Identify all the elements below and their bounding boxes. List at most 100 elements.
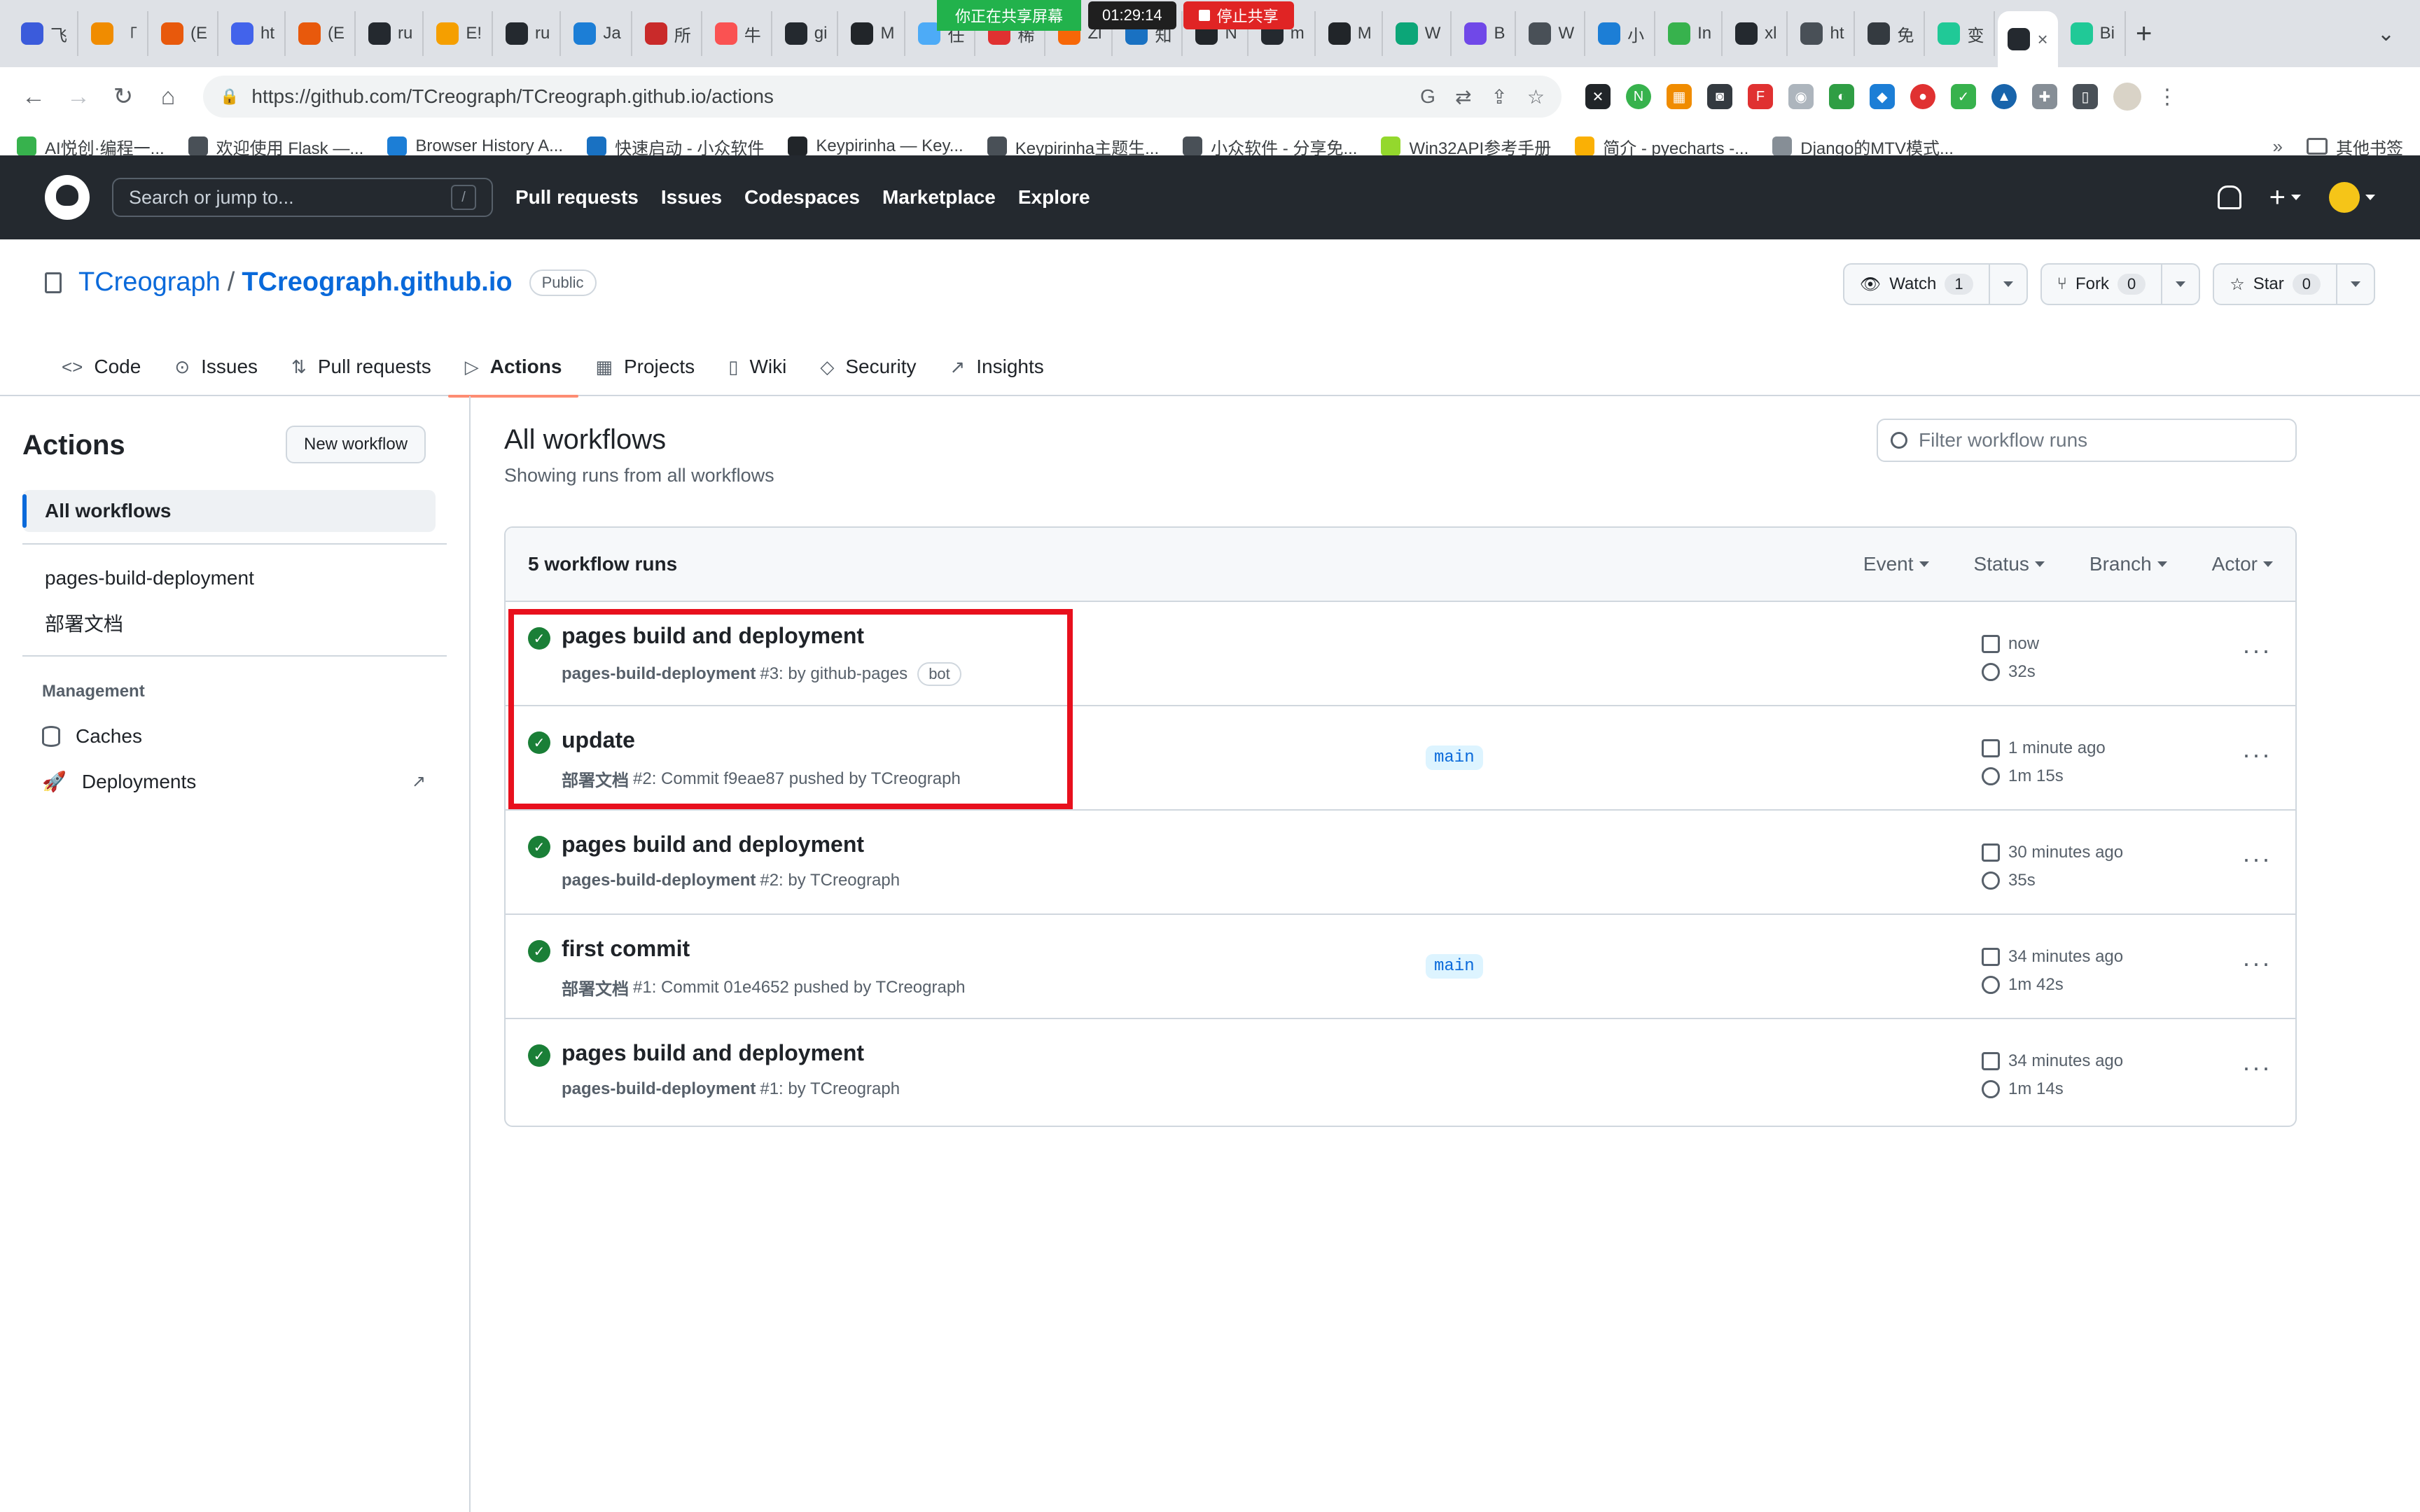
status-filter-dropdown[interactable]: Status: [1974, 553, 2045, 575]
run-workflow-name[interactable]: pages-build-deployment: [562, 871, 756, 890]
run-workflow-name[interactable]: pages-build-deployment: [562, 664, 756, 684]
camera-extension-icon[interactable]: ◉: [1788, 84, 1814, 109]
run-more-options-icon[interactable]: ···: [2242, 740, 2272, 769]
watch-dropdown[interactable]: [1988, 265, 2026, 304]
browser-tab[interactable]: Ja: [564, 11, 632, 56]
branch-label[interactable]: main: [1426, 954, 1483, 979]
notifications-bell-icon[interactable]: [2217, 186, 2241, 209]
browser-tab[interactable]: ru: [359, 11, 424, 56]
sidebar-item-caches[interactable]: Caches: [42, 725, 426, 748]
glasses-extension-icon[interactable]: ◙: [1707, 84, 1732, 109]
tab-projects[interactable]: ▦ Projects: [578, 337, 711, 396]
run-workflow-name[interactable]: 部署文档: [562, 766, 629, 791]
browser-tab[interactable]: ru: [496, 11, 562, 56]
browser-tab[interactable]: 牛: [705, 11, 772, 56]
workflow-run-row[interactable]: ✓ first commit 部署文档 #1: Commit 01e4652 push…: [506, 915, 2295, 1019]
translate-icon[interactable]: ⇄: [1455, 85, 1471, 108]
stop-sharing-button[interactable]: 停止共享: [1183, 1, 1294, 29]
run-title-link[interactable]: pages build and deployment: [562, 623, 864, 649]
tab-issues[interactable]: ⊙ Issues: [158, 337, 274, 396]
browser-tab[interactable]: W: [1386, 11, 1452, 56]
grid-extension-icon[interactable]: ▦: [1667, 84, 1692, 109]
tab-actions[interactable]: ▷ Actions: [447, 337, 579, 398]
run-more-options-icon[interactable]: ···: [2242, 844, 2272, 874]
nav-marketplace[interactable]: Marketplace: [882, 186, 996, 209]
browser-tab-active[interactable]: ×: [1998, 11, 2058, 67]
browser-tab[interactable]: Bi: [2061, 11, 2127, 56]
browser-tab[interactable]: E!: [426, 11, 494, 56]
bookmarks-overflow-icon[interactable]: »: [2273, 136, 2283, 158]
bird-extension-icon[interactable]: ◆: [1870, 84, 1895, 109]
run-workflow-name[interactable]: 部署文档: [562, 975, 629, 1000]
browser-tab[interactable]: In: [1658, 11, 1723, 56]
fe-extension-icon[interactable]: F: [1748, 84, 1773, 109]
fork-dropdown[interactable]: [2161, 265, 2199, 304]
google-icon[interactable]: G: [1420, 85, 1435, 108]
sidebar-item-deployments[interactable]: 🚀 Deployments ↗: [42, 770, 426, 793]
browser-tab[interactable]: W: [1519, 11, 1586, 56]
run-title-link[interactable]: pages build and deployment: [562, 1040, 864, 1066]
run-workflow-name[interactable]: pages-build-deployment: [562, 1079, 756, 1099]
user-menu[interactable]: [2329, 182, 2375, 213]
tab-pull-requests[interactable]: ⇅ Pull requests: [274, 337, 448, 396]
event-filter-dropdown[interactable]: Event: [1863, 553, 1929, 575]
repo-name-link[interactable]: TCreograph.github.io: [242, 267, 512, 298]
run-title-link[interactable]: pages build and deployment: [562, 832, 864, 858]
github-logo-icon[interactable]: [45, 175, 90, 220]
browser-tab[interactable]: 小: [1588, 11, 1656, 56]
browser-tab[interactable]: gi: [775, 11, 839, 56]
workflow-run-row[interactable]: ✓ pages build and deployment pages-build-d…: [506, 602, 2295, 706]
kebab-menu-icon[interactable]: ⋮: [2157, 85, 2178, 109]
nav-pull-requests[interactable]: Pull requests: [515, 186, 639, 209]
tab-code[interactable]: <> Code: [45, 337, 158, 396]
browser-tab[interactable]: ht: [221, 11, 286, 56]
new-workflow-button[interactable]: New workflow: [286, 426, 426, 463]
bookmark-star-icon[interactable]: ☆: [1527, 85, 1545, 108]
browser-tab[interactable]: M: [841, 11, 906, 56]
check-extension-icon[interactable]: ✓: [1951, 84, 1976, 109]
run-more-options-icon[interactable]: ···: [2242, 636, 2272, 665]
tab-wiki[interactable]: ▯ Wiki: [711, 337, 803, 396]
nav-issues[interactable]: Issues: [661, 186, 722, 209]
create-new-menu[interactable]: +: [2269, 182, 2301, 214]
bookmark-item[interactable]: Keypirinha — Key...: [788, 136, 964, 156]
back-arrow-icon[interactable]: ←: [14, 77, 53, 116]
puzzle-icon[interactable]: ✚: [2032, 84, 2057, 109]
new-tab-button[interactable]: +: [2136, 18, 2152, 50]
filter-workflow-runs-input[interactable]: Filter workflow runs: [1877, 419, 2297, 462]
tab-insights[interactable]: ↗ Insights: [933, 337, 1060, 396]
workflow-run-row[interactable]: ✓ pages build and deployment pages-build-d…: [506, 811, 2295, 915]
actor-filter-dropdown[interactable]: Actor: [2212, 553, 2273, 575]
run-title-link[interactable]: first commit: [562, 936, 690, 962]
sidepanel-icon[interactable]: ▯: [2073, 84, 2098, 109]
browser-tab[interactable]: 飞: [11, 11, 78, 56]
run-title-link[interactable]: update: [562, 727, 635, 753]
browser-tab[interactable]: 所: [635, 11, 702, 56]
run-more-options-icon[interactable]: ···: [2242, 1053, 2272, 1082]
github-search-input[interactable]: Search or jump to... /: [112, 178, 493, 217]
home-icon[interactable]: ⌂: [148, 77, 188, 116]
reload-icon[interactable]: ↻: [104, 77, 143, 116]
triangle-extension-icon[interactable]: ▲: [1991, 84, 2017, 109]
branch-filter-dropdown[interactable]: Branch: [2089, 553, 2167, 575]
workflow-run-row[interactable]: ✓ pages build and deployment pages-build-d…: [506, 1019, 2295, 1124]
stop-extension-icon[interactable]: ●: [1910, 84, 1935, 109]
browser-tab[interactable]: xl: [1725, 11, 1788, 56]
browser-tab[interactable]: (E: [288, 11, 356, 56]
browser-tab[interactable]: B: [1454, 11, 1517, 56]
repo-owner-link[interactable]: TCreograph: [78, 267, 221, 298]
close-tab-icon[interactable]: ×: [2037, 29, 2047, 50]
branch-label[interactable]: main: [1426, 746, 1483, 770]
run-more-options-icon[interactable]: ···: [2242, 948, 2272, 978]
forward-arrow-icon[interactable]: →: [59, 77, 98, 116]
browser-tab[interactable]: 变: [1928, 11, 1996, 56]
browser-tab[interactable]: 「: [81, 11, 148, 56]
profile-avatar[interactable]: [2113, 83, 2141, 111]
tab-security[interactable]: ◇ Security: [803, 337, 933, 396]
browser-tab[interactable]: M: [1319, 11, 1383, 56]
fork-button[interactable]: ⑂ Fork 0: [2042, 265, 2162, 304]
browser-tab[interactable]: ht: [1790, 11, 1856, 56]
address-bar[interactable]: 🔒 https://github.com/TCreograph/TCreogra…: [203, 76, 1562, 118]
star-dropdown[interactable]: [2336, 265, 2374, 304]
sidebar-item-pages-build-deployment[interactable]: pages-build-deployment: [22, 557, 436, 599]
